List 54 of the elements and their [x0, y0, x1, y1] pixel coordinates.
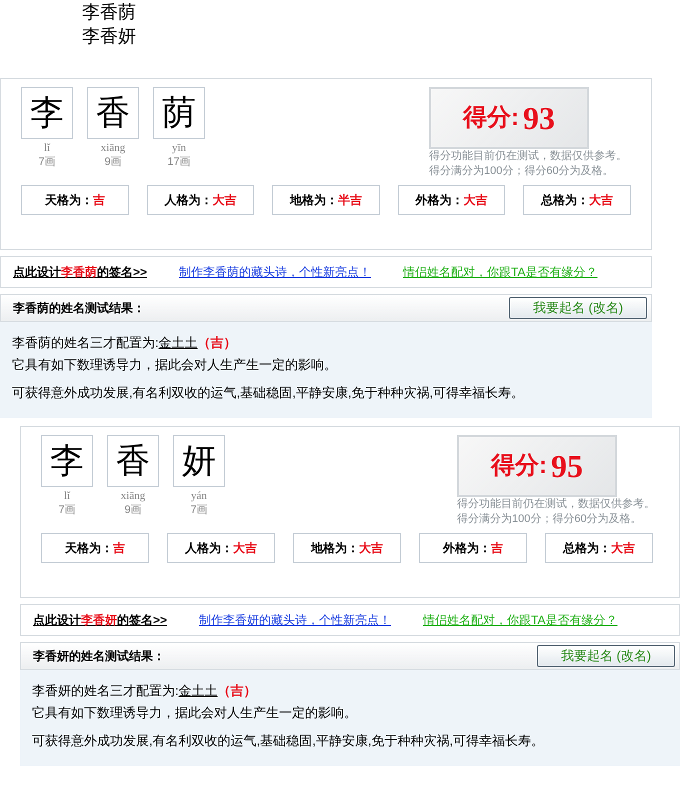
influence-text: 它具有如下数理诱导力，据此会对人生产生一定的影响。: [32, 704, 358, 722]
stroke-count: 9画: [104, 155, 122, 169]
grid-verdict: 天格为：吉: [41, 533, 149, 563]
grid-verdict: 人格为：大吉: [146, 185, 254, 215]
score-note: 得分满分为100分；得分60分为及格。: [429, 164, 614, 179]
acrostic-poem-link[interactable]: 制作李香荫的藏头诗，个性新亮点！: [179, 263, 372, 281]
score-label: 得分:: [463, 103, 519, 133]
score-label: 得分:: [491, 451, 547, 481]
score-value: 95: [551, 447, 583, 486]
grid-verdict: 总格为：大吉: [523, 185, 631, 215]
character-tile: 香: [87, 87, 139, 139]
rename-button[interactable]: 我要起名 (改名): [509, 297, 647, 319]
character-tile: 妍: [173, 435, 225, 487]
rename-button[interactable]: 我要起名 (改名): [537, 645, 675, 667]
stroke-count: 7画: [190, 503, 208, 517]
grid-verdict: 外格为：吉: [419, 533, 527, 563]
stroke-count: 7画: [38, 155, 56, 169]
grid-verdict: 地格为：大吉: [293, 533, 401, 563]
character-tile: 香: [107, 435, 159, 487]
result-title: 李香荫的姓名测试结果：: [13, 300, 145, 317]
score-note: 得分功能目前仍在测试，数据仅供参考。: [457, 497, 655, 512]
pinyin: xiāng: [120, 489, 146, 503]
name-heading: 李香妍: [82, 25, 137, 48]
stroke-count: 17画: [167, 155, 191, 169]
stroke-count: 7画: [58, 503, 76, 517]
grid-verdict: 外格为：大吉: [398, 185, 506, 215]
fortune-text: 可获得意外成功发展,有名利双收的运气,基础稳固,平静安康,免于种种灾祸,可得幸福长寿。: [32, 732, 546, 750]
character-tile: 荫: [153, 87, 205, 139]
score-value: 93: [523, 99, 555, 138]
pinyin: lǐ: [44, 141, 50, 155]
config-label: 李香妍的姓名三才配置为:: [32, 682, 179, 700]
grid-verdict: 人格为：大吉: [167, 533, 275, 563]
pinyin: lǐ: [64, 489, 70, 503]
score-note: 得分功能目前仍在测试，数据仅供参考。: [429, 149, 627, 164]
grid-verdict: 总格为：大吉: [545, 533, 653, 563]
config-value: 金土土: [178, 682, 218, 700]
fortune-text: 可获得意外成功发展,有名利双收的运气,基础稳固,平静安康,免于种种灾祸,可得幸福长寿。: [12, 384, 526, 402]
character-tile: 李: [21, 87, 73, 139]
pinyin: xiāng: [100, 141, 126, 155]
pinyin: yán: [191, 489, 207, 503]
acrostic-poem-link[interactable]: 制作李香妍的藏头诗，个性新亮点！: [199, 611, 392, 629]
name-heading: 李香荫: [82, 1, 137, 24]
pinyin: yīn: [172, 141, 186, 155]
result-title: 李香妍的姓名测试结果：: [33, 648, 165, 665]
influence-text: 它具有如下数理诱导力，据此会对人生产生一定的影响。: [12, 356, 338, 374]
character-tile: 李: [41, 435, 93, 487]
config-label: 李香荫的姓名三才配置为:: [12, 334, 159, 352]
config-verdict: （吉）: [218, 682, 257, 700]
grid-verdict: 天格为：吉: [21, 185, 129, 215]
stroke-count: 9画: [124, 503, 142, 517]
config-verdict: （吉）: [198, 334, 237, 352]
score-note: 得分满分为100分；得分60分为及格。: [457, 512, 642, 527]
grid-verdict: 地格为：半吉: [272, 185, 380, 215]
config-value: 金土土: [158, 334, 198, 352]
